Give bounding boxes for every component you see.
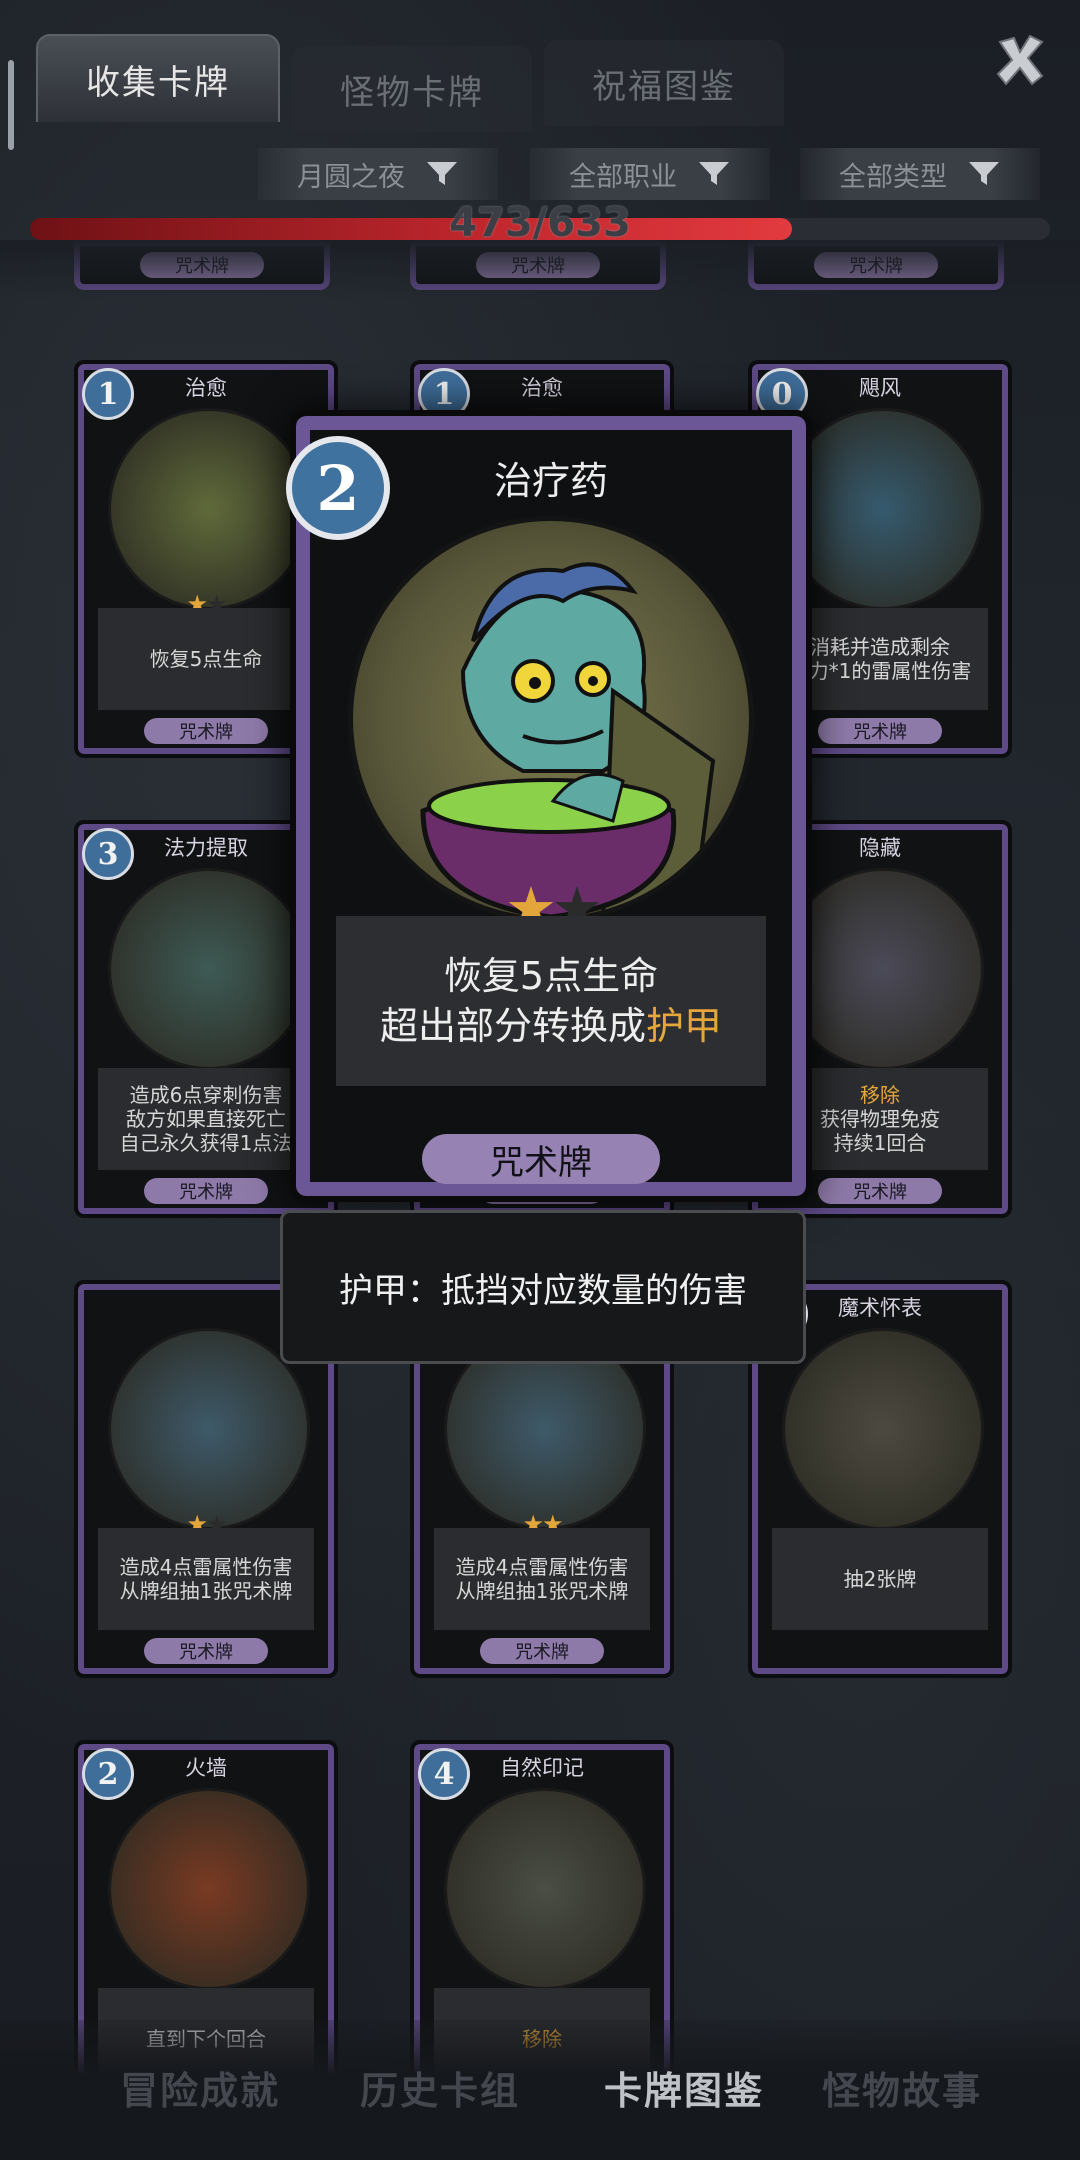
card-desc-line: 抽2张牌 [843,1567,917,1591]
popup-desc-line2: 超出部分转换成护甲 [380,1001,722,1051]
card-description: 恢复5点生命 [98,608,314,710]
card-desc-line: 恢复5点生命 [149,647,263,671]
card-art [108,1328,310,1530]
popup-card-art [348,516,754,922]
tab-indicator-bar [8,60,14,150]
card-name: 治愈 [185,376,227,400]
nav-achievements[interactable]: 冒险成就 [120,2060,280,2115]
filter-season[interactable]: 月圆之夜 [258,148,498,200]
popup-card-description: 恢复5点生命 超出部分转换成护甲 [336,916,766,1086]
popup-card-cost: 2 [286,436,390,540]
card-desc-line: 自己永久获得1点法 [119,1131,293,1155]
card-desc-line: 造成4点雷属性伤害 [455,1555,629,1579]
keyword-tooltip: 护甲：抵挡对应数量的伤害 [280,1210,806,1364]
funnel-icon [969,162,999,185]
card-desc-line: 法力*1的雷属性伤害 [788,659,972,683]
card-desc-line: 造成4点雷属性伤害 [119,1555,293,1579]
popup-card-type: 咒术牌 [422,1134,660,1184]
popup-desc-line1: 恢复5点生命 [443,954,659,998]
card-art [782,408,984,610]
card-art [108,408,310,610]
card-art [444,1788,646,1990]
keyword-armor[interactable]: 护甲 [646,1004,722,1048]
filter-job-label: 全部职业 [569,161,677,193]
nav-history-decks[interactable]: 历史卡组 [360,2060,520,2115]
card-desc-line: 移除 [860,1083,900,1107]
card-type-label: 咒术牌 [480,1638,604,1664]
card-desc-line: 从牌组抽1张咒术牌 [119,1579,293,1603]
card-art [782,1328,984,1530]
filter-type[interactable]: 全部类型 [800,148,1040,200]
popup-desc-text: 超出部分转换成 [379,1004,646,1048]
card-type-label: 咒术牌 [818,718,942,744]
card-desc-line: 持续1回合 [833,1131,927,1155]
card-art [108,868,310,1070]
card-name: 飓风 [859,376,901,400]
card-desc-line: 消耗并造成剩余 [810,635,950,659]
card-art [782,868,984,1070]
zombie-cauldron-illustration [420,562,716,917]
close-button[interactable] [990,30,1050,90]
card-name: 治愈 [521,376,563,400]
card-type-label: 咒术牌 [144,1638,268,1664]
card-desc-line: 从牌组抽1张咒术牌 [455,1579,629,1603]
card-detail-popup[interactable]: 治疗药 ★★ 恢复5点生命 超出部分转换成护甲 咒术牌 2 [286,410,812,1202]
card-collection-screen: { "tabs": { "collect": "收集卡牌", "monster"… [0,0,1080,2160]
nav-card-catalog[interactable]: 卡牌图鉴 [604,2060,764,2115]
funnel-icon [427,162,457,185]
tab-blessing-catalog[interactable]: 祝福图鉴 [544,40,784,126]
card-name: 自然印记 [500,1756,584,1780]
card-type-label: 咒术牌 [144,1178,268,1204]
card-description: 造成6点穿刺伤害 敌方如果直接死亡 自己永久获得1点法 [98,1068,314,1170]
card-type-label: 咒术牌 [144,718,268,744]
card-description: 造成4点雷属性伤害 从牌组抽1张咒术牌 [98,1528,314,1630]
filter-season-label: 月圆之夜 [297,161,405,193]
filter-type-label: 全部类型 [839,161,947,193]
funnel-icon [699,162,729,185]
nav-monster-stories[interactable]: 怪物故事 [822,2060,982,2115]
card-desc-line: 获得物理免疫 [820,1107,940,1131]
card-name: 火墙 [185,1756,227,1780]
card-description: 抽2张牌 [772,1528,988,1630]
card-art [108,1788,310,1990]
card-desc-line: 造成6点穿刺伤害 [129,1083,283,1107]
scroll-fade [0,240,1080,300]
tab-monster-cards[interactable]: 怪物卡牌 [292,46,532,132]
tab-collect-cards[interactable]: 收集卡牌 [36,34,280,122]
close-x-icon [996,34,1044,86]
filter-job[interactable]: 全部职业 [530,148,770,200]
card-desc-line: 敌方如果直接死亡 [126,1107,286,1131]
card-description: 造成4点雷属性伤害 从牌组抽1张咒术牌 [434,1528,650,1630]
card-type-label: 咒术牌 [818,1178,942,1204]
keyword-tooltip-text: 护甲：抵挡对应数量的伤害 [339,1270,747,1311]
